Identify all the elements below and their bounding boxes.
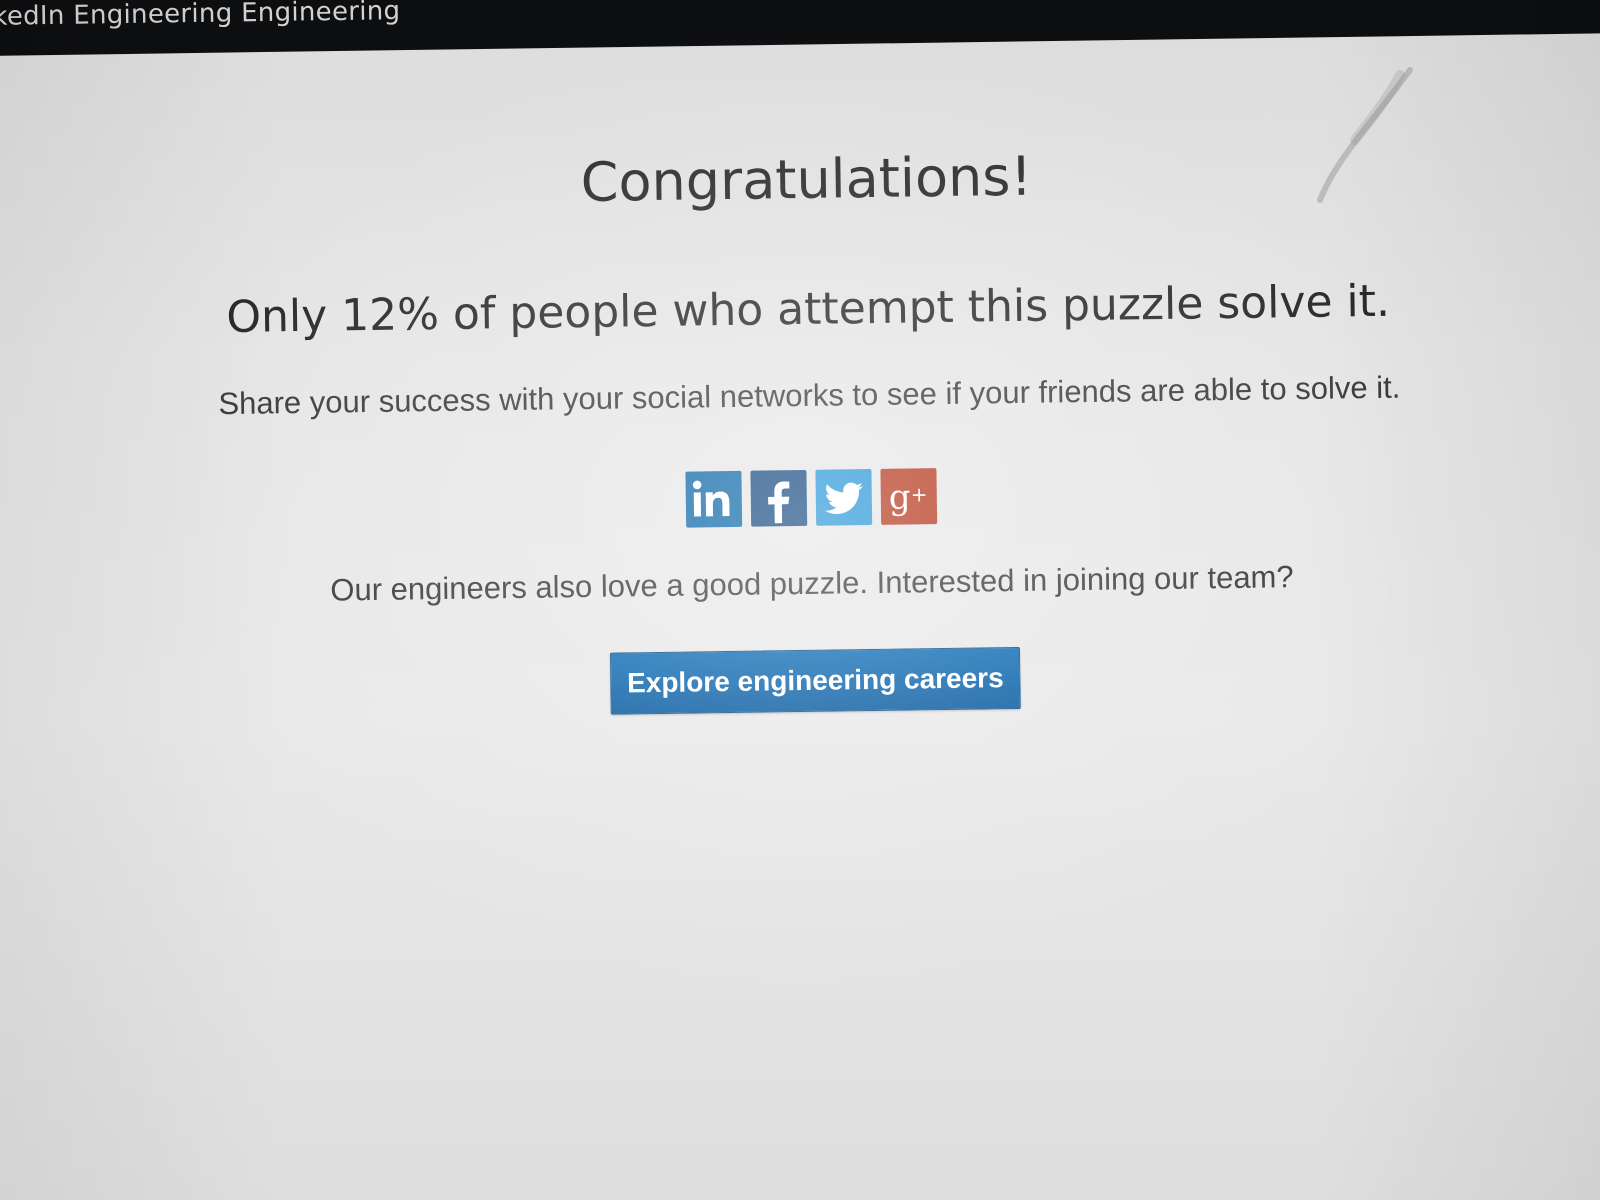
twitter-icon bbox=[824, 482, 863, 514]
page-title: Congratulations! bbox=[580, 144, 1033, 215]
twitter-share-button[interactable] bbox=[814, 469, 872, 526]
explore-careers-button[interactable]: Explore engineering careers bbox=[609, 646, 1021, 715]
social-share-buttons: g + bbox=[0, 459, 1600, 538]
screen: kedIn Engineering Engineering Congratula… bbox=[0, 0, 1600, 1200]
careers-prompt: Our engineers also love a good puzzle. I… bbox=[330, 559, 1294, 608]
google-plus-icon: g + bbox=[888, 477, 927, 517]
linkedin-share-button[interactable] bbox=[684, 470, 742, 528]
svg-text:g: g bbox=[888, 477, 910, 517]
facebook-share-button[interactable] bbox=[749, 469, 807, 527]
facebook-icon bbox=[767, 481, 789, 524]
linkedin-icon bbox=[692, 480, 730, 517]
success-rate-text: Only 12% of people who attempt this puzz… bbox=[226, 275, 1391, 343]
google-plus-share-button[interactable]: g + bbox=[879, 468, 937, 525]
share-prompt: Share your success with your social netw… bbox=[218, 369, 1401, 422]
main-content: Congratulations! Only 12% of people who … bbox=[0, 0, 1600, 1200]
svg-text:+: + bbox=[910, 482, 927, 506]
